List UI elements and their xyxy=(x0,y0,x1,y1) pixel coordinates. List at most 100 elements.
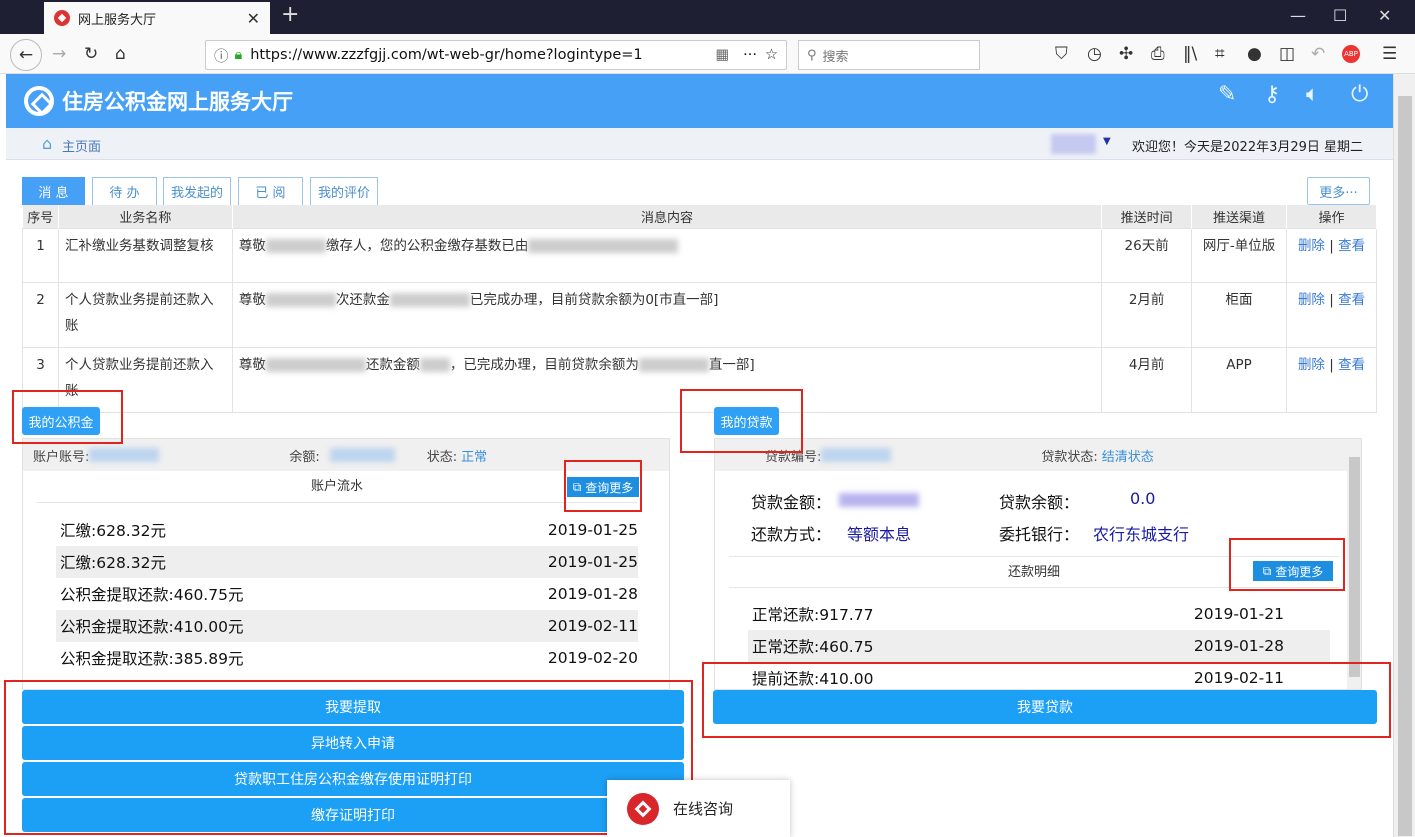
speaker-icon[interactable]: 🔈︎ xyxy=(1306,82,1319,107)
tab-todo[interactable]: 待 办 xyxy=(92,177,157,205)
site-favicon-icon xyxy=(54,10,70,26)
row-no: 1 xyxy=(23,228,59,282)
back-icon[interactable]: ← xyxy=(10,39,42,71)
qr-icon[interactable]: ▦ xyxy=(715,47,729,63)
loan-panel: 贷款编号: 贷款状态: 结清状态 贷款金额： 贷款余额： 0.0 还款方式： 等… xyxy=(714,438,1362,690)
balance-blurred xyxy=(330,448,395,462)
history-icon[interactable]: ◷ xyxy=(1087,44,1102,64)
chat-icon[interactable]: ● xyxy=(1247,44,1262,64)
close-tab-icon[interactable]: ✕ xyxy=(247,9,260,28)
repayment-method: 等额本息 xyxy=(847,521,911,545)
site-title: 住房公积金网上服务大厅 xyxy=(62,86,293,116)
tab-initiated[interactable]: 我发起的 xyxy=(163,177,231,205)
library-icon[interactable]: ‖\ xyxy=(1183,44,1197,64)
my-loan-button[interactable]: 我的贷款 xyxy=(714,407,779,435)
view-link[interactable]: 查看 xyxy=(1338,238,1365,254)
more-messages-button[interactable]: 更多··· xyxy=(1307,177,1370,205)
reload-icon[interactable]: ↻ xyxy=(84,44,98,64)
edit-icon[interactable]: ✎ xyxy=(1218,82,1236,107)
adblock-icon[interactable]: ABP xyxy=(1342,45,1360,63)
row-no: 2 xyxy=(23,282,59,347)
home-link[interactable]: 主页面 xyxy=(62,136,101,155)
url-text: https://www.zzzfgjj.com/wt-web-gr/home?l… xyxy=(250,47,642,63)
balance-label: 余额: xyxy=(289,446,319,465)
info-icon: ⓘ xyxy=(214,45,229,66)
transfer-in-button[interactable]: 异地转入申请 xyxy=(22,726,684,760)
tab-my-reviews[interactable]: 我的评价 xyxy=(310,177,378,205)
consult-logo-icon xyxy=(627,793,659,825)
nav-bar: ⌂ 主页面 ▼ 欢迎您！今天是2022年3月29日 星期二 xyxy=(6,128,1393,160)
site-header: 住房公积金网上服务大厅 ✎ ⚷ 🔈︎ ⏻ xyxy=(6,74,1393,128)
apply-loan-button[interactable]: 我要贷款 xyxy=(713,690,1377,724)
flow-row: 汇缴:628.32元2019-01-25 xyxy=(56,514,638,546)
view-link[interactable]: 查看 xyxy=(1338,292,1365,308)
print-icon[interactable]: ⎙ xyxy=(1151,44,1165,64)
my-fund-button[interactable]: 我的公积金 xyxy=(22,407,100,435)
page-scrollbar[interactable] xyxy=(1393,74,1415,837)
address-bar[interactable]: ⓘ 🔒︎ https://www.zzzfgjj.com/wt-web-gr/h… xyxy=(205,40,787,70)
row-content: 尊敬次还款金已完成办理，目前贷款余额为0[市直一部] xyxy=(232,282,1101,347)
loan-summary: 贷款编号: 贷款状态: 结清状态 xyxy=(715,439,1348,471)
search-input[interactable]: ⚲搜索 xyxy=(798,40,980,70)
row-time: 26天前 xyxy=(1102,228,1192,282)
loan-balance-label: 贷款余额： xyxy=(999,489,1079,513)
menu-icon[interactable]: ☰ xyxy=(1382,44,1397,64)
downloads-icon[interactable]: ⛉ xyxy=(1055,44,1068,64)
row-content: 尊敬缴存人，您的公积金缴存基数已由 xyxy=(232,228,1101,282)
key-icon[interactable]: ⚷ xyxy=(1264,82,1280,107)
loan-panel-scrollbar[interactable] xyxy=(1347,439,1362,690)
search-icon: ⚲ xyxy=(807,48,817,63)
more-icon[interactable]: ··· xyxy=(743,47,757,63)
fund-panel: 账户账号: 余额: 状态: 正常 账户流水 ⧉查询更多 汇缴:628.32元20… xyxy=(22,438,670,690)
col-name: 业务名称 xyxy=(58,205,232,228)
row-channel: 网厅-单位版 xyxy=(1192,228,1287,282)
loan-query-more-button[interactable]: ⧉查询更多 xyxy=(1253,561,1333,581)
loan-amount-blurred xyxy=(839,493,919,507)
close-window-icon[interactable]: ✕ xyxy=(1378,6,1391,25)
maximize-icon[interactable]: ☐ xyxy=(1333,6,1347,25)
view-link[interactable]: 查看 xyxy=(1338,357,1365,373)
row-channel: 柜面 xyxy=(1192,282,1287,347)
delete-link[interactable]: 删除 xyxy=(1298,357,1325,373)
online-consult-widget[interactable]: 在线咨询 xyxy=(607,780,790,837)
user-name-blurred[interactable] xyxy=(1051,134,1096,154)
power-icon[interactable]: ⏻ xyxy=(1351,82,1368,107)
flow-row: 公积金提取还款:410.00元2019-02-11 xyxy=(56,610,638,642)
sidebar-icon[interactable]: ◫ xyxy=(1279,44,1295,64)
undo-icon[interactable]: ↶ xyxy=(1311,44,1325,64)
fund-query-more-button[interactable]: ⧉查询更多 xyxy=(567,477,639,497)
table-header: 序号 业务名称 消息内容 推送时间 推送渠道 操作 xyxy=(23,205,1377,228)
row-actions: 删除 | 查看 xyxy=(1287,228,1377,282)
loan-number-blurred xyxy=(821,448,891,462)
site-logo-icon xyxy=(24,86,54,116)
forward-icon[interactable]: → xyxy=(52,44,66,64)
user-dropdown-icon[interactable]: ▼ xyxy=(1103,136,1111,147)
tab-read[interactable]: 已 阅 xyxy=(238,177,303,205)
home-icon[interactable]: ⌂ xyxy=(115,44,126,64)
minimize-icon[interactable]: — xyxy=(1290,6,1306,25)
row-channel: APP xyxy=(1192,347,1287,412)
row-actions: 删除 | 查看 xyxy=(1287,347,1377,412)
delete-link[interactable]: 删除 xyxy=(1298,292,1325,308)
usage-certificate-print-button[interactable]: 贷款职工住房公积金缴存使用证明打印 xyxy=(22,762,684,796)
browser-tab[interactable]: 网上服务大厅 ✕ xyxy=(44,2,270,34)
repayment-method-label: 还款方式： xyxy=(751,521,831,545)
withdraw-button[interactable]: 我要提取 xyxy=(22,690,684,724)
tab-messages[interactable]: 消 息 xyxy=(22,177,85,205)
row-time: 2月前 xyxy=(1102,282,1192,347)
loan-status-label: 贷款状态: xyxy=(1041,446,1097,465)
col-no: 序号 xyxy=(23,205,59,228)
loan-balance: 0.0 xyxy=(1130,489,1155,508)
delete-link[interactable]: 删除 xyxy=(1298,238,1325,254)
deposit-certificate-print-button[interactable]: 缴存证明打印 xyxy=(22,798,684,832)
col-time: 推送时间 xyxy=(1102,205,1192,228)
flow-row: 公积金提取还款:385.89元2019-02-20 xyxy=(56,642,638,674)
bookmark-star-icon[interactable]: ☆ xyxy=(765,47,778,63)
repayment-row: 正常还款:917.772019-01-21 xyxy=(748,598,1330,630)
flow-title: 账户流水 xyxy=(37,471,637,503)
crop-icon[interactable]: ⌗ xyxy=(1215,44,1225,64)
repayment-row: 提前还款:410.002019-02-11 xyxy=(748,662,1330,690)
row-name: 个人贷款业务提前还款入账 xyxy=(58,282,232,347)
extensions-icon[interactable]: ✣ xyxy=(1119,44,1133,64)
new-tab-icon[interactable]: + xyxy=(281,2,299,27)
